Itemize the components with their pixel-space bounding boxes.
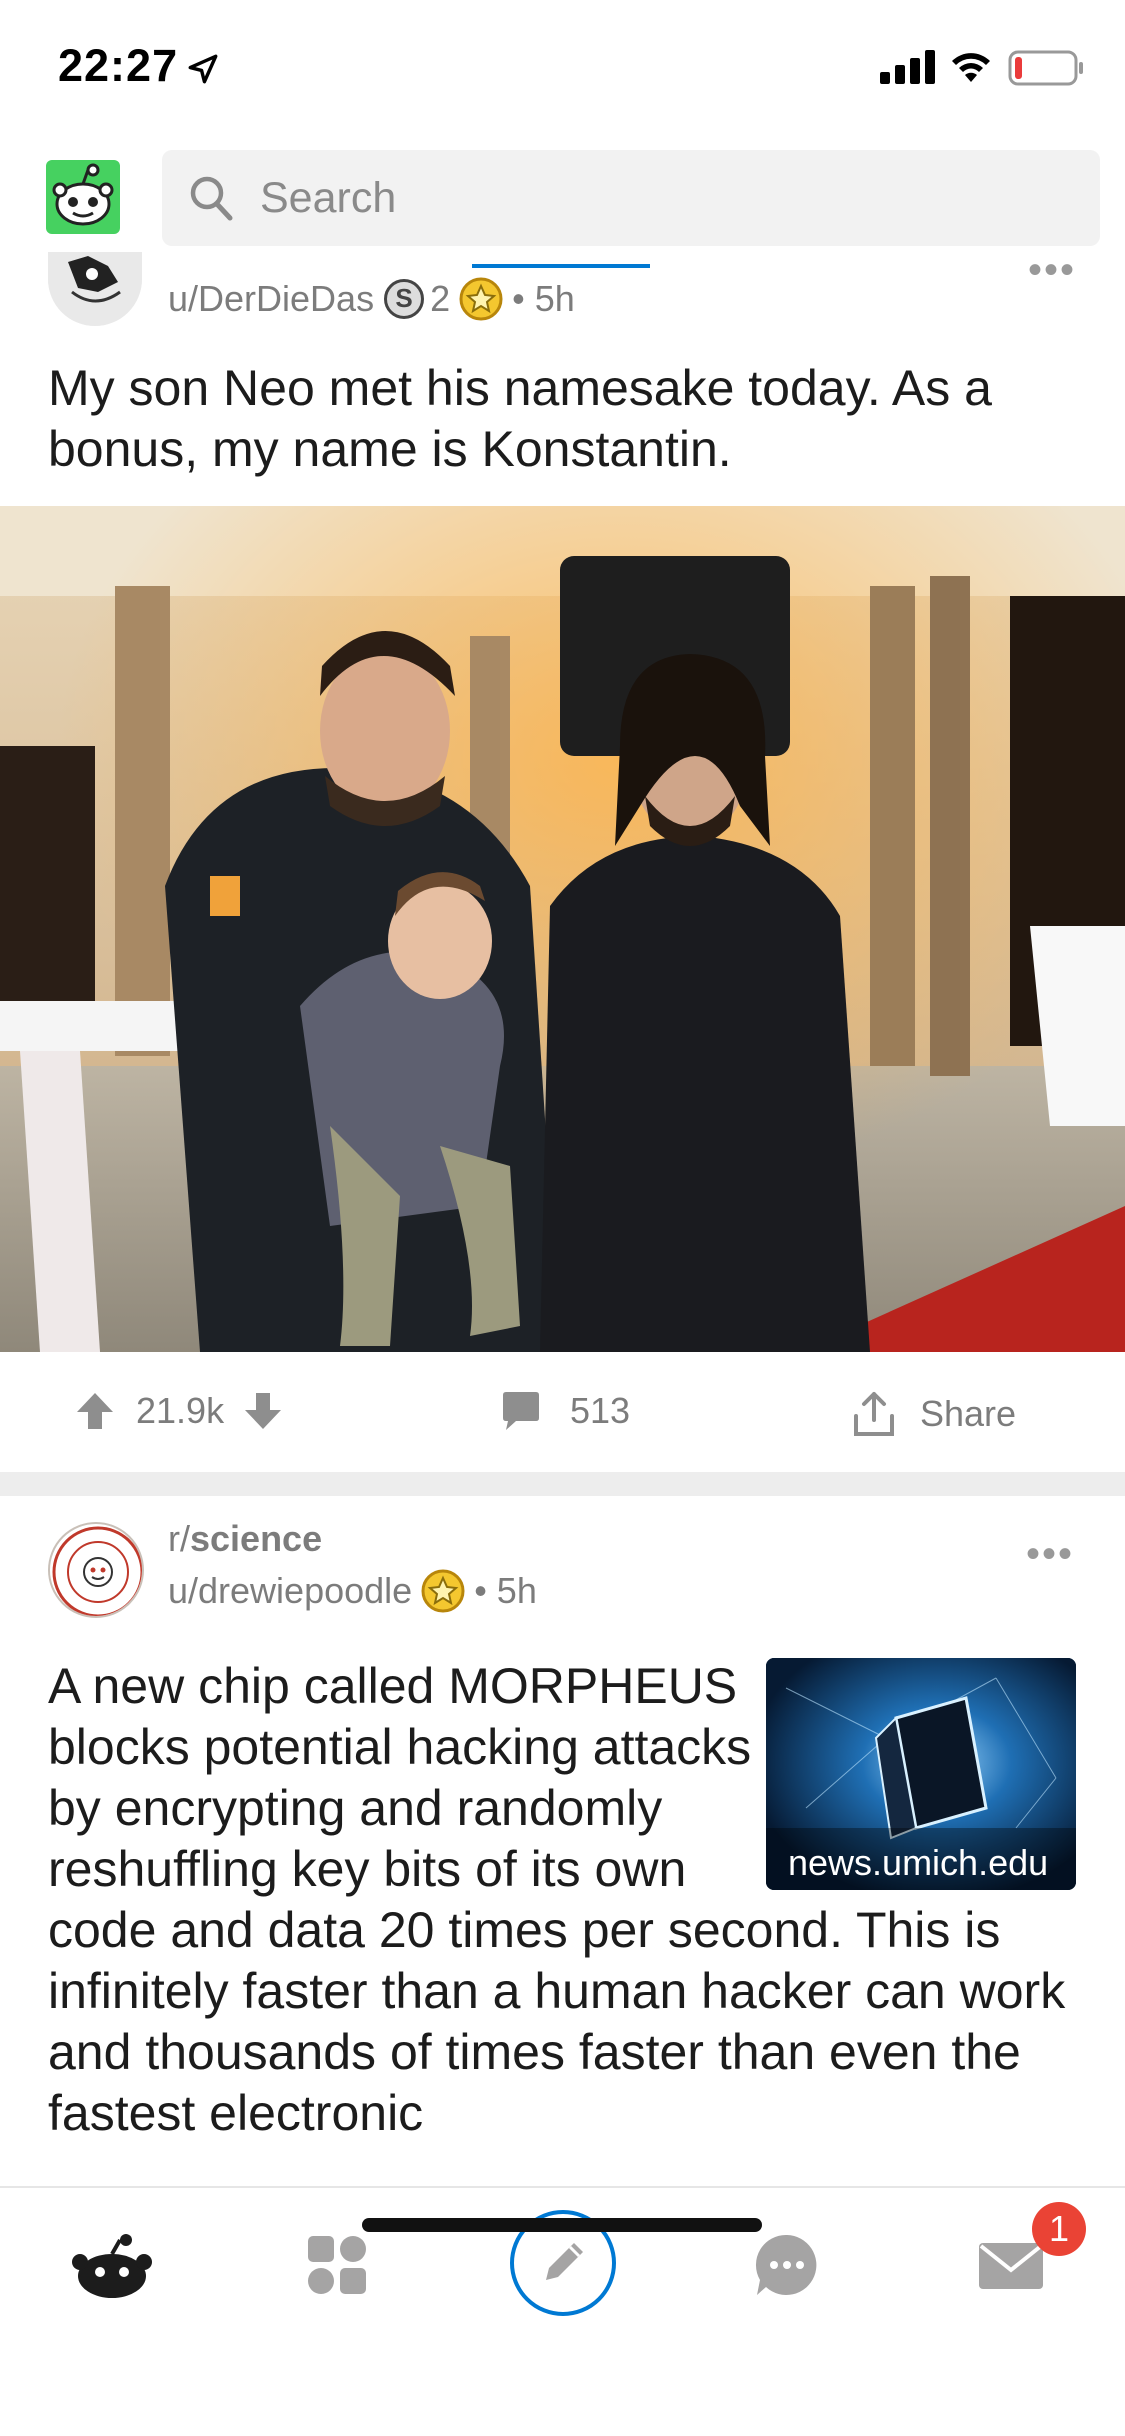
author-avatar[interactable] [48,252,142,326]
post-age: • 5h [474,1570,537,1611]
comment-count: 513 [570,1390,631,1431]
battery-icon [1008,50,1083,86]
post-meta: u/DerDieDas S 2 • 5h [168,276,575,322]
tab-home[interactable] [72,2234,152,2305]
scroll-progress-indicator [472,264,650,268]
subreddit-icon[interactable] [48,1522,144,1618]
tab-inbox[interactable] [978,2242,1044,2295]
mail-icon [979,2243,1043,2289]
inbox-badge: 1 [1032,2202,1086,2256]
vote-count: 21.9k [136,1390,225,1431]
more-options-icon[interactable]: ••• [1026,1532,1074,1577]
snoo-avatar-icon[interactable] [46,160,120,234]
share-label: Share [920,1393,1017,1434]
post-meta: u/drewiepoodle • 5h [168,1568,537,1614]
comment-icon [503,1392,539,1430]
status-time: 22:27 [58,40,179,91]
search-icon [190,176,233,221]
subreddit-label: science [190,1518,323,1559]
link-thumbnail[interactable]: news.umich.edu [766,1658,1076,1890]
comments-button[interactable]: 513 [500,1390,630,1432]
coin-count: 2 [430,278,451,319]
post-author[interactable]: u/drewiepoodle [168,1570,412,1612]
post-action-bar: 21.9k 513 Share [0,1352,1125,1472]
share-button[interactable]: Share [850,1390,1016,1438]
search-input[interactable] [258,170,1038,226]
silver-coin-icon: S [384,279,425,319]
cellular-signal-icon [880,50,935,84]
subreddit-prefix: r/ [168,1518,190,1559]
wifi-icon [952,53,990,82]
more-options-icon[interactable]: ••• [1028,248,1076,293]
post-image[interactable] [0,506,1125,1352]
grid-icon [308,2236,366,2294]
status-bar: 22:27 [0,0,1125,140]
award-star-icon [459,277,503,321]
chat-icon [755,2234,817,2295]
post-title[interactable]: My son Neo met his namesake today. As a … [48,358,1088,480]
link-domain: news.umich.edu [788,1842,1049,1883]
tab-communities[interactable] [306,2234,368,2301]
home-indicator[interactable] [362,2218,762,2232]
post-age: • 5h [512,278,575,319]
upvote-icon[interactable] [74,1390,116,1432]
award-star-icon [421,1569,465,1613]
tab-chat[interactable] [754,2232,820,2303]
post-divider [0,1472,1125,1496]
post-author[interactable]: u/DerDieDas [168,278,374,320]
downvote-icon[interactable] [242,1390,284,1432]
location-arrow-icon [188,54,218,84]
share-icon [854,1392,894,1436]
search-bar[interactable] [162,150,1100,246]
subreddit-name[interactable]: r/science [168,1518,322,1560]
home-snoo-icon [72,2234,152,2298]
vote-group: 21.9k [74,1390,284,1432]
